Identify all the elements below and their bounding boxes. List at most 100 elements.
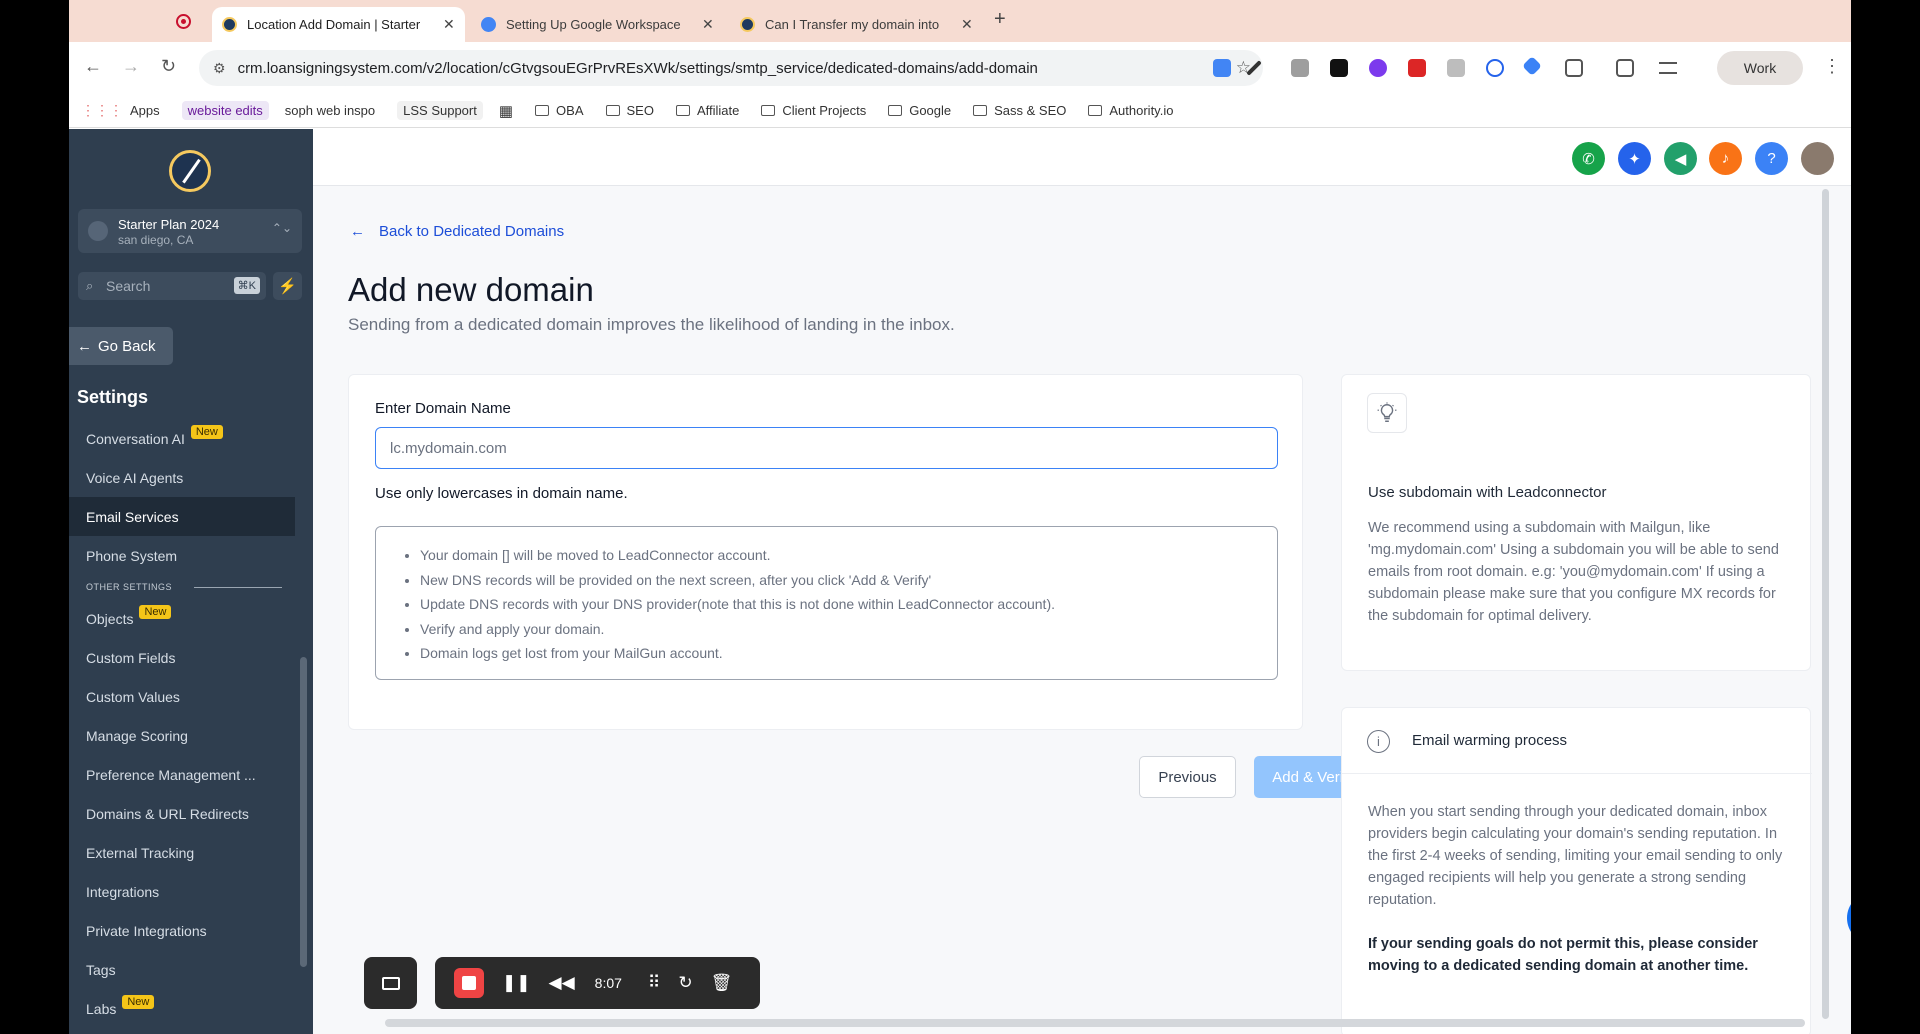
bookmark-label: Client Projects [782, 103, 867, 118]
note-item: Verify and apply your domain. [420, 617, 1277, 642]
password-extension-icon[interactable] [1486, 59, 1504, 77]
previous-button[interactable]: Previous [1139, 756, 1236, 798]
profile-button[interactable]: Work [1717, 51, 1803, 85]
sidebar-item-labs[interactable]: Labs New [69, 989, 295, 1028]
restart-icon[interactable]: ↻ [678, 973, 692, 993]
bookmark-folder-oba[interactable]: OBA [535, 103, 584, 118]
note-item: New DNS records will be provided on the … [420, 568, 1277, 593]
subdomain-tip-card: Use subdomain with Leadconnector We reco… [1341, 374, 1811, 671]
sidebar-item-external-tracking[interactable]: External Tracking [69, 833, 295, 872]
bookmark-website-edits[interactable]: website edits [181, 101, 269, 120]
close-tab-icon[interactable]: ✕ [702, 16, 714, 33]
trash-icon[interactable]: 🗑 [711, 973, 733, 993]
stop-recording-button[interactable] [454, 968, 484, 998]
grid-icon[interactable]: ⠿ [648, 973, 660, 993]
sidebar-item-email-services[interactable]: Email Services [69, 497, 295, 536]
tab-groups-icon[interactable]: ▦ [499, 102, 513, 120]
user-avatar[interactable] [1801, 142, 1834, 175]
magic-icon[interactable]: ✦ [1618, 142, 1651, 175]
browser-tab-1[interactable]: Location Add Domain | Starter ✕ [212, 7, 465, 42]
sidebar-search[interactable]: ⌕ Search ⌘K [78, 272, 266, 300]
back-to-dedicated-domains-link[interactable]: ← Back to Dedicated Domains [350, 223, 564, 240]
browser-tab-2[interactable]: Setting Up Google Workspace ✕ [471, 7, 724, 42]
recorder-camera-button[interactable] [364, 957, 417, 1009]
bookmark-lss-support[interactable]: LSS Support [397, 101, 483, 120]
help-icon[interactable]: ? [1755, 142, 1788, 175]
sidebar-item-label: Manage Scoring [86, 727, 188, 744]
note-item: Domain logs get lost from your MailGun a… [420, 641, 1277, 666]
close-tab-icon[interactable]: ✕ [443, 16, 455, 33]
bookmark-soph[interactable]: soph web inspo [285, 103, 375, 118]
megaphone-icon[interactable]: ◀ [1664, 142, 1697, 175]
account-switcher[interactable]: Starter Plan 2024 san diego, CA ⌃⌄ [78, 209, 302, 253]
sidebar-item-tags[interactable]: Tags [69, 950, 295, 989]
folder-icon [1088, 105, 1103, 116]
bookmark-label: Apps [130, 103, 160, 118]
tag-extension-icon[interactable] [1522, 56, 1542, 76]
sidebar-item-label: Custom Fields [86, 649, 176, 666]
bookmark-apps[interactable]: ⋮⋮⋮ Apps [81, 102, 160, 119]
sidebar-item-label: Private Integrations [86, 922, 207, 939]
font-extension-icon[interactable] [1330, 59, 1348, 77]
camera-extension-icon[interactable] [1447, 59, 1465, 77]
reload-icon[interactable]: ↻ [161, 56, 176, 77]
bookmark-folder-seo[interactable]: SEO [605, 103, 654, 118]
main-scrollbar[interactable] [1822, 189, 1829, 1019]
recording-timer: 8:07 [594, 975, 622, 991]
bookmark-folder-affiliate[interactable]: Affiliate [675, 103, 739, 118]
forward-arrow-icon[interactable]: → [122, 56, 140, 77]
sidebar-item-private-integrations[interactable]: Private Integrations [69, 911, 295, 950]
sidebar-item-custom-fields[interactable]: Custom Fields [69, 638, 295, 677]
tab-search-icon[interactable] [1616, 59, 1634, 77]
arrow-left-icon: ← [77, 337, 92, 355]
sidebar-item-manage-scoring[interactable]: Manage Scoring [69, 716, 295, 755]
quick-actions-bolt-icon[interactable]: ⚡ [273, 272, 302, 300]
chat-widget-button[interactable] [1847, 892, 1851, 944]
bookmark-folder-sass-seo[interactable]: Sass & SEO [973, 103, 1066, 118]
extension-1-icon[interactable] [1213, 59, 1231, 77]
bookmark-folder-google[interactable]: Google [888, 103, 951, 118]
extension-3-icon[interactable] [1291, 59, 1309, 77]
url-text: crm.loansigningsystem.com/v2/location/cG… [237, 59, 1038, 77]
address-bar[interactable]: ⚙ crm.loansigningsystem.com/v2/location/… [199, 50, 1263, 86]
close-tab-icon[interactable]: ✕ [961, 16, 973, 33]
sidebar-item-label: Custom Values [86, 688, 180, 705]
browser-menu-icon[interactable]: ⋮ [1823, 56, 1841, 77]
bookmark-folder-authority[interactable]: Authority.io [1088, 103, 1173, 118]
extension-5-icon[interactable] [1369, 59, 1387, 77]
phone-icon[interactable]: ✆ [1572, 142, 1605, 175]
back-arrow-icon[interactable]: ← [84, 56, 102, 77]
reading-list-icon[interactable] [1659, 62, 1677, 74]
search-shortcut: ⌘K [233, 277, 260, 294]
domain-name-input[interactable] [375, 427, 1278, 469]
sidebar-item-preference-management[interactable]: Preference Management ... [69, 755, 295, 794]
bookmark-folder-client-projects[interactable]: Client Projects [761, 103, 866, 118]
account-location: san diego, CA [118, 233, 194, 247]
site-settings-icon[interactable]: ⚙ [213, 60, 226, 77]
sidebar-item-voice-ai-agents[interactable]: Voice AI Agents [69, 458, 295, 497]
search-placeholder: Search [106, 278, 151, 294]
sidebar-item-label: Integrations [86, 883, 160, 900]
sidebar-item-phone-system[interactable]: Phone System [69, 536, 295, 575]
bookmarks-bar: ⋮⋮⋮ Apps website edits soph web inspo LSS… [69, 94, 1851, 128]
pause-icon[interactable]: ❚❚ [502, 973, 531, 993]
add-domain-card: Enter Domain Name Use only lowercases in… [348, 374, 1303, 730]
go-back-button[interactable]: ← Go Back [69, 327, 173, 365]
sidebar-item-domains-url-redirects[interactable]: Domains & URL Redirects [69, 794, 295, 833]
browser-tab-3[interactable]: Can I Transfer my domain into ✕ [730, 7, 983, 42]
sidebar-item-integrations[interactable]: Integrations [69, 872, 295, 911]
puzzle-extensions-icon[interactable] [1565, 59, 1583, 77]
sidebar-item-objects[interactable]: Objects New [69, 599, 295, 638]
horizontal-scrollbar[interactable] [385, 1019, 1805, 1027]
bell-icon[interactable]: ♪ [1709, 142, 1742, 175]
top-header: ✆ ✦ ◀ ♪ ? [313, 129, 1851, 186]
app-logo-icon[interactable] [169, 150, 211, 192]
bookmark-label: website edits [187, 103, 263, 118]
rewind-icon[interactable]: ◀◀ [549, 973, 575, 993]
sidebar-item-custom-values[interactable]: Custom Values [69, 677, 295, 716]
new-tab-icon[interactable]: + [994, 8, 1006, 31]
sidebar-item-conversation-ai[interactable]: Conversation AI New [69, 419, 295, 458]
sidebar-scrollbar[interactable] [300, 657, 307, 967]
extension-6-icon[interactable] [1408, 59, 1426, 77]
tab-title: Setting Up Google Workspace [506, 17, 681, 32]
